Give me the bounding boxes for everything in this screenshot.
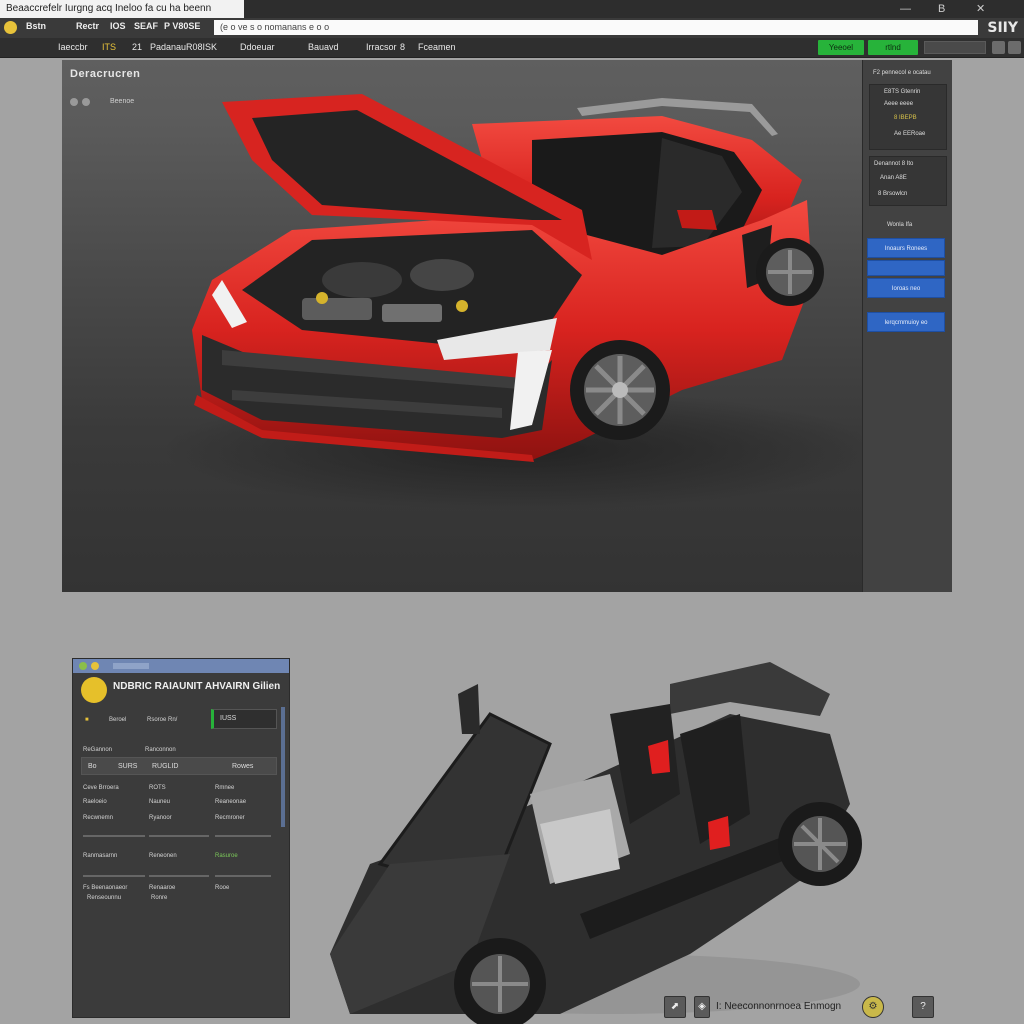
table-cell[interactable]: Recmroner [215,815,245,821]
title-bar: Beaaccrefelr Iurgng acq Ineloo fa cu ha … [0,0,1024,18]
tab-field[interactable]: SURS [118,758,137,776]
table-cell[interactable]: Reaneonae [215,799,246,805]
menu-item-2[interactable]: 21 [132,42,142,52]
window-tab-title[interactable]: Beaaccrefelr Iurgng acq Ineloo fa cu ha … [0,0,244,18]
menu-item-5[interactable]: Ddoeuar [240,42,275,52]
help-icon[interactable]: ? [912,996,934,1018]
section-label: ReGannon [83,747,113,753]
properties-panel: NDBRIC RAIAUNIT AHVAIRN Gilien ■ Beroel … [72,658,290,1018]
inspector-button-3[interactable]: Ioroas neo [867,278,945,298]
status-dot-icon [79,662,87,670]
inspector-button-4[interactable]: Ierqcrnmuioy eo [867,312,945,332]
status-text: I: Neeconnonrnoea Enmogn [716,1001,842,1012]
panel-title: NDBRIC RAIAUNIT AHVAIRN Gilien [113,681,281,692]
inspector-row[interactable]: 8 IBEPB [894,115,917,121]
table-cell[interactable]: Ronre [151,895,167,901]
table-cell[interactable]: Ryanoor [149,815,172,821]
inspector-button-1[interactable]: Inoaurs Ronees [867,238,945,258]
menu-bar: Iaeccbr ITS 21 Padanau R08ISK Ddoeuar Ba… [0,38,1024,58]
green-button-2[interactable]: rtlnd [868,40,918,55]
table-cell[interactable]: Renaaroe [149,885,175,891]
panel-header-bar [73,659,289,673]
help-icon[interactable] [1008,41,1021,54]
table-cell[interactable]: Reneonen [149,853,177,859]
toolbar-item-2[interactable]: IOS [110,21,126,31]
inspector-row[interactable]: Anan A8E [880,175,907,181]
tab-strip: Bo SURS RUGLID Rowes [81,757,277,775]
brand-logo: SIIY [987,20,1018,36]
tab-field[interactable]: Bo [88,758,97,776]
scrollbar[interactable] [281,707,285,827]
value-input[interactable]: IUSS [211,709,277,729]
status-dot-icon [91,662,99,670]
toolbar-item-1[interactable]: Rectr [76,21,99,31]
tab-field[interactable]: RUGLID [152,758,178,776]
menu-item-4[interactable]: R08ISK [186,42,217,52]
divider [83,835,145,837]
menu-item-1[interactable]: ITS [102,42,116,52]
field-value[interactable]: Rsoroe Rn/ [147,717,177,723]
table-cell[interactable]: Ranmasarnn [83,853,117,859]
menu-item-3[interactable]: Padanau [150,42,186,52]
table-cell[interactable]: Raeloeio [83,799,107,805]
main-viewport[interactable]: Deracrucren Beenoe [62,60,952,592]
inspector-panel: F2 pennecol e ocatau E8TS Gtenrin Aeee e… [862,60,952,592]
layer-icon[interactable]: ◈ [694,996,710,1018]
inspector-header: F2 pennecol e ocatau [873,70,931,76]
divider [149,875,209,877]
inspector-row[interactable]: 8 Brsowlcn [878,191,907,197]
settings-gear-icon[interactable]: ⚙ [862,996,884,1018]
divider [149,835,209,837]
toolbar-item-4[interactable]: P V80SE [164,21,200,31]
table-cell[interactable]: Recwnemn [83,815,113,821]
minimize-icon[interactable]: — [900,0,911,18]
toolbar-item-0[interactable]: Bstn [26,21,46,31]
inspector-group-1: E8TS Gtenrin Aeee eeee 8 IBEPB Ae EERoae [869,84,947,150]
panel-tab[interactable] [113,663,149,669]
toolbar-item-3[interactable]: SEAF [134,21,158,31]
inspector-button-2[interactable] [867,260,945,276]
table-cell[interactable]: Ceve Brroera [83,785,119,791]
inspector-row[interactable]: Ae EERoae [894,131,925,137]
inspector-group-2: Denannot 8 Ito Anan A8E 8 Brsowlcn [869,156,947,206]
inspector-row[interactable]: Denannot 8 Ito [874,161,913,167]
table-cell[interactable]: Rooe [215,885,229,891]
divider [83,875,145,877]
divider [215,835,271,837]
search-input[interactable] [924,41,986,54]
app-logo-icon [4,21,17,34]
address-input[interactable]: (e o ve s o nomanans e o o [214,20,978,35]
menu-item-6[interactable]: Bauavd [308,42,339,52]
field-label: Beroel [109,717,127,723]
inspector-row[interactable]: Aeee eeee [884,101,913,107]
menu-item-7[interactable]: Irracsor [366,42,397,52]
table-cell[interactable]: Nauneu [149,799,170,805]
section-label: Ranconnon [145,747,176,753]
address-row: Bstn Rectr IOS SEAF P V80SE (e o ve s o … [0,18,1024,38]
inspector-section-label: Wonla Ifa [887,222,913,228]
inspector-row[interactable]: E8TS Gtenrin [884,89,920,95]
maximize-icon[interactable]: B [938,0,945,18]
menu-item-0[interactable]: Iaeccbr [58,42,88,52]
table-cell[interactable]: ROTS [149,785,166,791]
red-car-model[interactable] [62,60,952,592]
divider [215,875,271,877]
table-cell[interactable]: Renseounnu [87,895,121,901]
table-cell[interactable]: Rmnee [215,785,234,791]
brand-logo-icon [81,677,107,703]
menu-item-8[interactable]: 8 [400,42,405,52]
tab-field[interactable]: Rowes [232,758,253,776]
settings-icon[interactable] [992,41,1005,54]
menu-item-9[interactable]: Fceamen [418,42,456,52]
table-cell[interactable]: Rasuroe [215,853,238,859]
field-icon: ■ [85,717,89,723]
close-icon[interactable]: ✕ [976,0,985,18]
black-car-model[interactable] [310,654,870,1024]
table-cell[interactable]: Fs Beenaonaeor [83,885,127,891]
export-icon[interactable]: ⬈ [664,996,686,1018]
green-button-1[interactable]: Yeeoel [818,40,864,55]
